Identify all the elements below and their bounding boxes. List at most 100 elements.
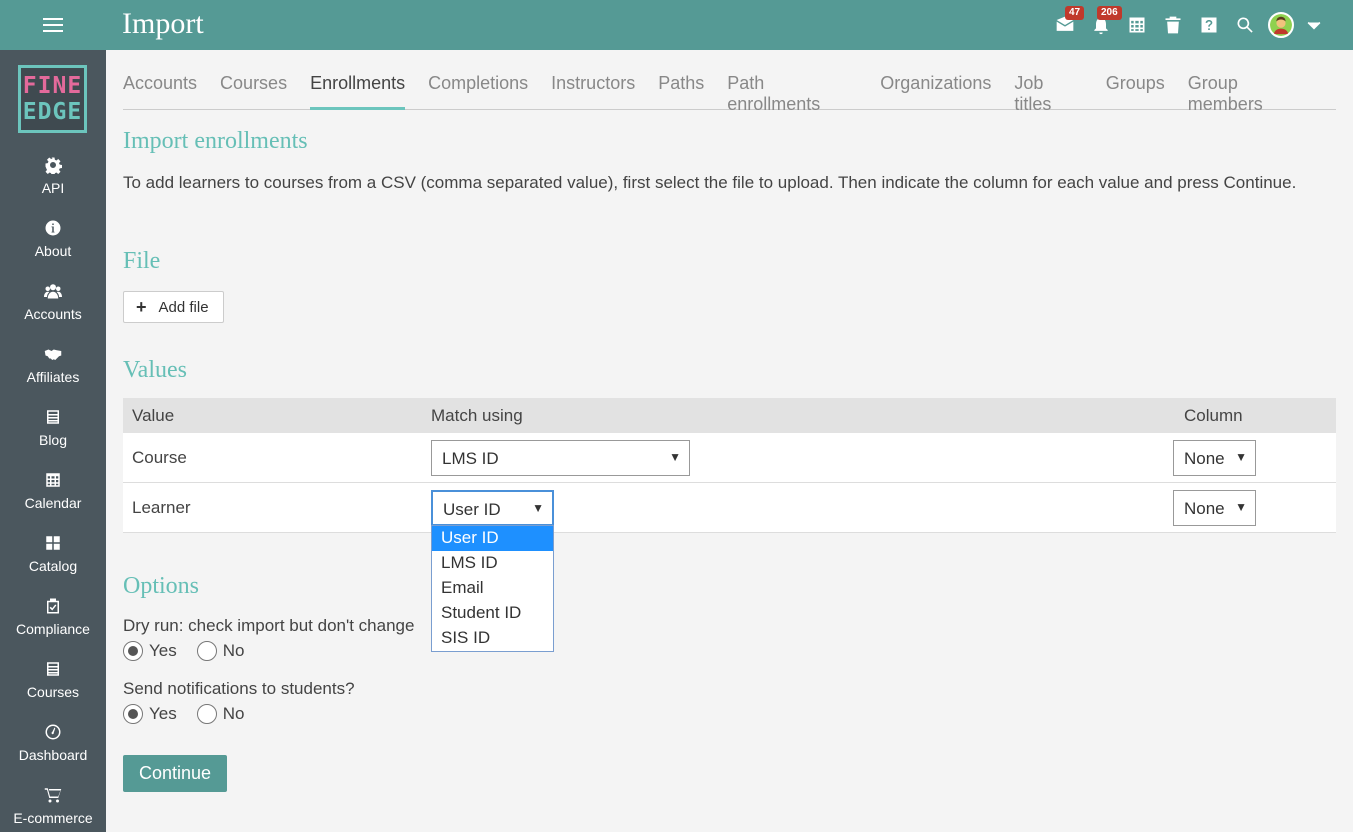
import-tabs: Accounts Courses Enrollments Completions… bbox=[123, 63, 1336, 114]
tab-path-enrollments[interactable]: Path enrollments bbox=[727, 63, 857, 114]
tab-courses[interactable]: Courses bbox=[220, 63, 287, 110]
menu-toggle-button[interactable] bbox=[0, 0, 106, 50]
cart-icon bbox=[44, 788, 62, 803]
sidebar-item-accounts[interactable]: Accounts bbox=[0, 276, 106, 339]
notify-no-radio[interactable] bbox=[196, 704, 217, 724]
dry-run-radio-group: Yes No bbox=[123, 641, 264, 661]
dry-run-label: Dry run: check import but don't change bbox=[123, 616, 415, 635]
dropdown-option[interactable]: Student ID bbox=[432, 601, 553, 626]
tab-groups[interactable]: Groups bbox=[1106, 63, 1165, 110]
dry-run-no-radio[interactable] bbox=[196, 641, 217, 661]
dropdown-option[interactable]: Email bbox=[432, 576, 553, 601]
dry-run-yes-radio[interactable] bbox=[123, 641, 143, 661]
radio-label: Yes bbox=[149, 704, 177, 723]
continue-button[interactable]: Continue bbox=[123, 755, 227, 792]
logo-line-1: FINE bbox=[22, 73, 83, 99]
alerts-count-badge: 206 bbox=[1097, 6, 1122, 20]
user-face-icon bbox=[1270, 14, 1292, 36]
sidebar-item-dashboard[interactable]: Dashboard bbox=[0, 717, 106, 780]
sidebar-item-label: About bbox=[34, 243, 72, 259]
caret-down-icon: ▼ bbox=[1235, 500, 1247, 514]
page-title: Import bbox=[122, 7, 204, 40]
alerts-button[interactable]: 206 bbox=[1083, 0, 1122, 50]
search-button[interactable] bbox=[1227, 0, 1263, 50]
clipboard-check-icon bbox=[47, 598, 59, 614]
learner-column-select[interactable]: None ▼ bbox=[1173, 490, 1256, 526]
dropdown-option[interactable]: LMS ID bbox=[432, 551, 553, 576]
tab-accounts[interactable]: Accounts bbox=[123, 63, 197, 110]
avatar bbox=[1268, 12, 1294, 38]
sidebar: FINE EDGE API About Accounts Affiliates … bbox=[0, 50, 106, 832]
radio-label: No bbox=[222, 704, 245, 723]
sidebar-item-label: Compliance bbox=[16, 621, 90, 637]
header-column: Column bbox=[1184, 406, 1243, 425]
select-value: LMS ID bbox=[442, 449, 499, 468]
gear-icon bbox=[45, 157, 62, 174]
tab-job-titles[interactable]: Job titles bbox=[1014, 63, 1082, 114]
sidebar-item-affiliates[interactable]: Affiliates bbox=[0, 339, 106, 402]
sidebar-item-label: Calendar bbox=[24, 495, 82, 511]
hamburger-icon bbox=[43, 17, 63, 33]
select-value: None bbox=[1184, 499, 1225, 518]
sidebar-item-label: Courses bbox=[26, 684, 80, 700]
sidebar-item-calendar[interactable]: Calendar bbox=[0, 465, 106, 528]
sidebar-item-label: Accounts bbox=[24, 306, 82, 322]
notify-label: Send notifications to students? bbox=[123, 679, 355, 698]
sidebar-item-label: Blog bbox=[38, 432, 68, 448]
tab-instructors[interactable]: Instructors bbox=[551, 63, 635, 110]
dashboard-icon bbox=[45, 724, 61, 740]
search-icon bbox=[1237, 17, 1253, 33]
user-menu-button[interactable] bbox=[1299, 0, 1329, 50]
tab-organizations[interactable]: Organizations bbox=[880, 63, 991, 110]
header-match-using: Match using bbox=[431, 406, 523, 425]
sidebar-item-label: Dashboard bbox=[18, 747, 88, 763]
tab-completions[interactable]: Completions bbox=[428, 63, 528, 110]
tab-paths[interactable]: Paths bbox=[658, 63, 704, 110]
dropdown-option[interactable]: User ID bbox=[432, 526, 553, 551]
sidebar-item-compliance[interactable]: Compliance bbox=[0, 591, 106, 654]
table-header: Value Match using Column bbox=[123, 398, 1336, 433]
plus-icon: + bbox=[136, 297, 147, 317]
course-match-select[interactable]: LMS ID ▼ bbox=[431, 440, 690, 476]
sidebar-item-catalog[interactable]: Catalog bbox=[0, 528, 106, 591]
messages-button[interactable]: 47 bbox=[1047, 0, 1085, 50]
sidebar-item-e-commerce[interactable]: E-commerce bbox=[0, 780, 106, 832]
sidebar-item-label: Affiliates bbox=[26, 369, 80, 385]
logo-line-2: EDGE bbox=[22, 99, 83, 125]
radio-label: No bbox=[222, 641, 245, 660]
header-value: Value bbox=[132, 406, 175, 425]
top-bar: Import 47 206 bbox=[0, 0, 1353, 50]
book-icon bbox=[47, 662, 59, 676]
table-row: Learner User ID ▼ None ▼ bbox=[123, 483, 1336, 533]
handshake-icon bbox=[44, 349, 62, 360]
sidebar-item-api[interactable]: API bbox=[0, 150, 106, 213]
sidebar-item-courses[interactable]: Courses bbox=[0, 654, 106, 717]
notify-yes-radio[interactable] bbox=[123, 704, 143, 724]
sidebar-item-label: E-commerce bbox=[13, 810, 93, 826]
add-file-label: Add file bbox=[158, 298, 209, 316]
sidebar-item-blog[interactable]: Blog bbox=[0, 402, 106, 465]
help-button[interactable] bbox=[1191, 0, 1227, 50]
fine-edge-logo[interactable]: FINE EDGE bbox=[18, 65, 87, 133]
tab-enrollments[interactable]: Enrollments bbox=[310, 63, 406, 110]
values-heading: Values bbox=[123, 357, 187, 383]
select-value: User ID bbox=[443, 500, 501, 519]
users-icon bbox=[44, 284, 62, 299]
blog-icon bbox=[47, 410, 59, 424]
course-column-select[interactable]: None ▼ bbox=[1173, 440, 1256, 476]
tab-group-members[interactable]: Group members bbox=[1188, 63, 1313, 114]
chevron-down-icon bbox=[1307, 21, 1321, 30]
sidebar-item-label: API bbox=[41, 180, 65, 196]
row-name: Course bbox=[132, 448, 187, 467]
grid-icon bbox=[46, 536, 60, 550]
messages-count-badge: 47 bbox=[1065, 6, 1085, 20]
calendar-button[interactable] bbox=[1119, 0, 1155, 50]
add-file-button[interactable]: + Add file bbox=[123, 291, 224, 323]
user-avatar-button[interactable] bbox=[1263, 0, 1299, 50]
calendar-icon bbox=[46, 473, 60, 487]
dropdown-option[interactable]: SIS ID bbox=[432, 626, 553, 651]
sidebar-item-about[interactable]: About bbox=[0, 213, 106, 276]
trash-button[interactable] bbox=[1155, 0, 1191, 50]
learner-match-select[interactable]: User ID ▼ bbox=[431, 490, 554, 526]
import-heading: Import enrollments bbox=[123, 128, 308, 154]
